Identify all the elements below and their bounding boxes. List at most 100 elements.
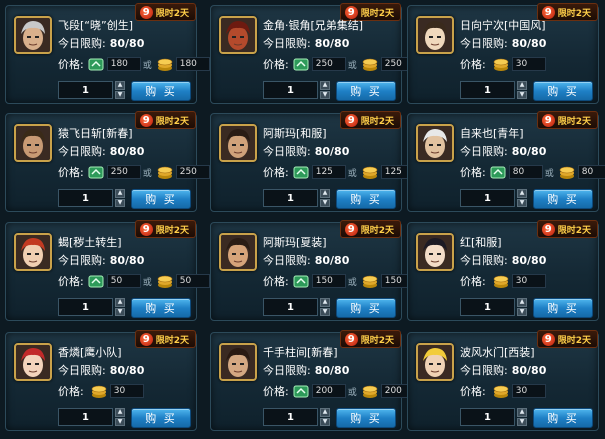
decrement-icon[interactable]: ▼ [517, 307, 527, 316]
decrement-icon[interactable]: ▼ [115, 417, 125, 426]
increment-icon[interactable]: ▲ [517, 81, 527, 90]
increment-icon[interactable]: ▲ [320, 298, 330, 307]
badge-text: 限时2天 [155, 8, 189, 19]
price-label: 价格: [263, 275, 289, 288]
quantity-stepper[interactable]: ▲ ▼ [320, 81, 330, 99]
quantity-input[interactable]: 1 [460, 81, 515, 99]
time-limit-badge: 9 限时2天 [536, 220, 598, 238]
decrement-icon[interactable]: ▼ [320, 198, 330, 207]
increment-icon[interactable]: ▲ [517, 408, 527, 417]
badge-number: 9 [344, 113, 358, 127]
quantity-input[interactable]: 1 [263, 298, 318, 316]
quantity-input[interactable]: 1 [263, 189, 318, 207]
coin-icon [157, 58, 173, 71]
quantity-input[interactable]: 1 [263, 81, 318, 99]
buy-button[interactable]: 购 买 [533, 81, 593, 101]
or-label: 或 [142, 60, 152, 71]
daily-limit-value: 80/80 [109, 37, 145, 50]
time-limit-badge: 9 限时2天 [536, 111, 598, 129]
decrement-icon[interactable]: ▼ [517, 417, 527, 426]
quantity-stepper[interactable]: ▲ ▼ [517, 81, 527, 99]
price-row: 价格: 30 [460, 271, 546, 291]
badge-number: 9 [139, 5, 153, 19]
or-label: 或 [347, 60, 357, 71]
quantity-input[interactable]: 1 [460, 189, 515, 207]
increment-icon[interactable]: ▲ [115, 189, 125, 198]
quantity-input[interactable]: 1 [263, 408, 318, 426]
decrement-icon[interactable]: ▼ [115, 307, 125, 316]
decrement-icon[interactable]: ▼ [115, 198, 125, 207]
decrement-icon[interactable]: ▼ [320, 90, 330, 99]
increment-icon[interactable]: ▲ [517, 189, 527, 198]
price-label: 价格: [58, 275, 84, 288]
daily-limit: 今日限购: 80/80 [58, 143, 144, 159]
buy-button[interactable]: 购 买 [336, 81, 396, 101]
buy-button[interactable]: 购 买 [533, 408, 593, 428]
coin-icon [493, 58, 509, 71]
item-card: 9 限时2天 阿斯玛[和服] 今日限购: 80/80 价格: 125 或 125 1 ▲ ▼ 购 买 [210, 111, 415, 212]
quantity-input[interactable]: 1 [460, 408, 515, 426]
buy-button[interactable]: 购 买 [131, 408, 191, 428]
time-limit-badge: 9 限时2天 [339, 111, 401, 129]
quantity-stepper[interactable]: ▲ ▼ [320, 189, 330, 207]
increment-icon[interactable]: ▲ [115, 81, 125, 90]
decrement-icon[interactable]: ▼ [320, 417, 330, 426]
price-label: 价格: [263, 58, 289, 71]
quantity-input[interactable]: 1 [58, 408, 113, 426]
buy-button[interactable]: 购 买 [336, 189, 396, 209]
buy-button[interactable]: 购 买 [336, 298, 396, 318]
increment-icon[interactable]: ▲ [517, 298, 527, 307]
quantity-stepper[interactable]: ▲ ▼ [320, 408, 330, 426]
price-row: 价格: 30 [460, 54, 546, 74]
daily-limit-label: 今日限购: [58, 37, 106, 50]
daily-limit: 今日限购: 80/80 [460, 143, 546, 159]
quantity-input[interactable]: 1 [460, 298, 515, 316]
increment-icon[interactable]: ▲ [320, 189, 330, 198]
increment-icon[interactable]: ▲ [115, 298, 125, 307]
buy-button[interactable]: 购 买 [131, 189, 191, 209]
buy-button[interactable]: 购 买 [131, 81, 191, 101]
time-limit-badge: 9 限时2天 [134, 330, 196, 348]
gem-icon [293, 385, 309, 397]
quantity-stepper[interactable]: ▲ ▼ [517, 408, 527, 426]
decrement-icon[interactable]: ▼ [517, 90, 527, 99]
price-row: 价格: 125 或 125 [263, 162, 415, 182]
buy-button[interactable]: 购 买 [336, 408, 396, 428]
buy-button[interactable]: 购 买 [533, 298, 593, 318]
item-card: 9 限时2天 自来也[青年] 今日限购: 80/80 价格: 80 或 80 1 ▲ ▼ 购 买 [407, 111, 605, 212]
coin-icon [493, 275, 509, 288]
quantity-input[interactable]: 1 [58, 189, 113, 207]
quantity-input[interactable]: 1 [58, 298, 113, 316]
item-card: 9 限时2天 千手柱间[新春] 今日限购: 80/80 价格: 200 或 200 1 ▲ ▼ 购 买 [210, 330, 415, 431]
badge-number: 9 [139, 332, 153, 346]
quantity-stepper[interactable]: ▲ ▼ [115, 298, 125, 316]
hiruzen-avatar [14, 124, 52, 162]
hashirama-avatar [219, 343, 257, 381]
increment-icon[interactable]: ▲ [320, 81, 330, 90]
increment-icon[interactable]: ▲ [115, 408, 125, 417]
item-name: 香燐[鹰小队] [58, 346, 122, 359]
quantity-stepper[interactable]: ▲ ▼ [320, 298, 330, 316]
increment-icon[interactable]: ▲ [320, 408, 330, 417]
decrement-icon[interactable]: ▼ [115, 90, 125, 99]
gem-price: 250 [106, 165, 141, 179]
price-row: 价格: 180 或 180 [58, 54, 210, 74]
daily-limit-label: 今日限购: [263, 37, 311, 50]
badge-number: 9 [139, 222, 153, 236]
quantity-stepper[interactable]: ▲ ▼ [115, 81, 125, 99]
buy-button[interactable]: 购 买 [533, 189, 593, 209]
item-name: 千手柱间[新春] [263, 346, 338, 359]
decrement-icon[interactable]: ▼ [320, 307, 330, 316]
quantity-stepper[interactable]: ▲ ▼ [517, 298, 527, 316]
buy-button[interactable]: 购 买 [131, 298, 191, 318]
quantity-stepper[interactable]: ▲ ▼ [115, 189, 125, 207]
quantity-stepper[interactable]: ▲ ▼ [517, 189, 527, 207]
decrement-icon[interactable]: ▼ [517, 198, 527, 207]
price-row: 价格: 150 或 150 [263, 271, 415, 291]
quantity-stepper[interactable]: ▲ ▼ [115, 408, 125, 426]
item-name: 猿飞日斩[新春] [58, 127, 133, 140]
or-label: 或 [544, 168, 554, 179]
daily-limit-label: 今日限购: [58, 254, 106, 267]
or-label: 或 [347, 387, 357, 398]
quantity-input[interactable]: 1 [58, 81, 113, 99]
